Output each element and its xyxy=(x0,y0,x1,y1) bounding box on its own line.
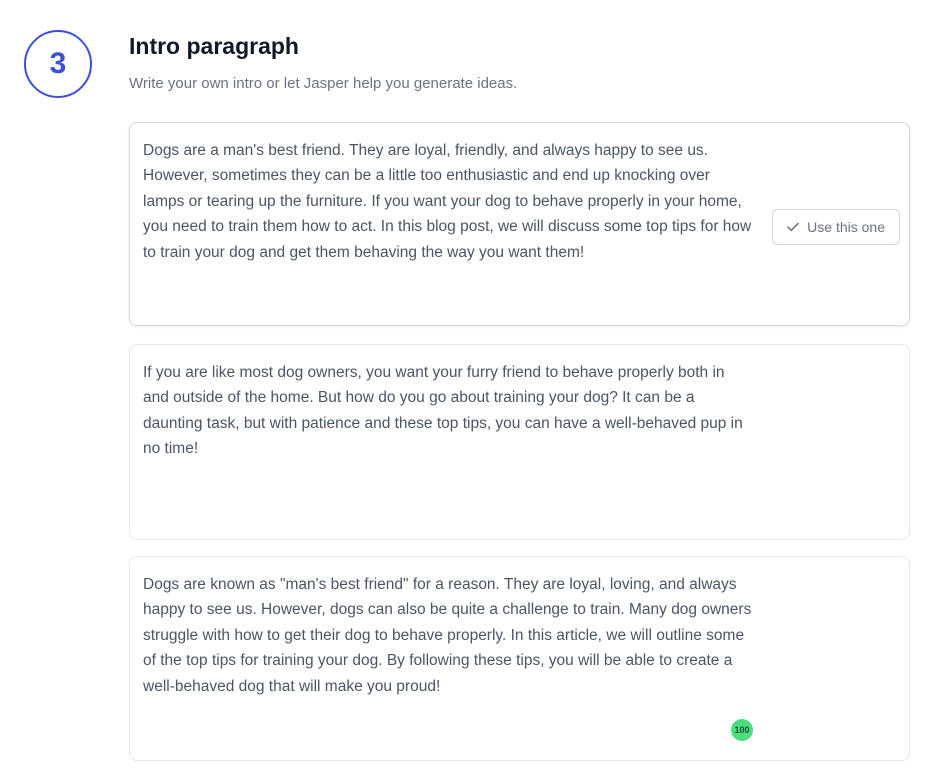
section-title: Intro paragraph xyxy=(129,33,299,59)
use-this-one-button[interactable]: Use this one xyxy=(772,209,900,245)
intro-option-card-1[interactable]: Dogs are a man's best friend. They are l… xyxy=(129,122,910,326)
score-badge: 100 xyxy=(731,719,753,741)
intro-option-card-2[interactable]: If you are like most dog owners, you wan… xyxy=(129,344,910,540)
intro-option-card-3[interactable]: Dogs are known as "man's best friend" fo… xyxy=(129,556,910,761)
intro-option-text: Dogs are known as "man's best friend" fo… xyxy=(143,576,752,695)
intro-option-text: Dogs are a man's best friend. They are l… xyxy=(143,142,752,261)
section-subtitle: Write your own intro or let Jasper help … xyxy=(129,75,518,92)
use-this-one-label: Use this one xyxy=(807,219,885,235)
step-number: 3 xyxy=(49,47,67,80)
check-icon xyxy=(787,222,799,232)
step-number-badge: 3 xyxy=(24,30,92,98)
intro-option-text: If you are like most dog owners, you wan… xyxy=(143,364,743,458)
